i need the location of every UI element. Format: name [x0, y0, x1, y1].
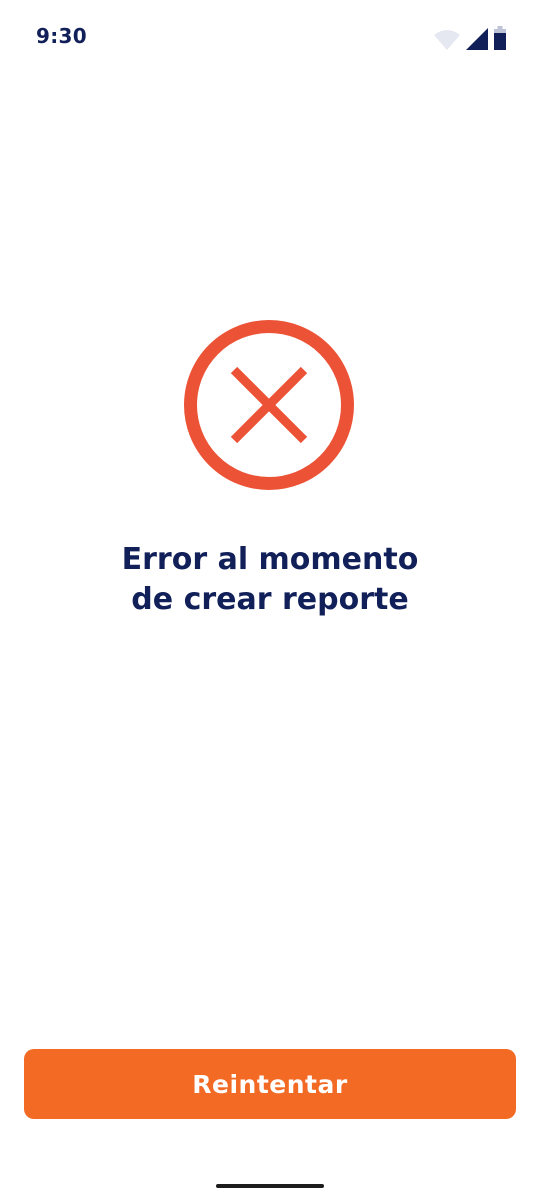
status-time: 9:30 — [36, 24, 87, 48]
error-message: Error al momento de crear reporte — [40, 540, 500, 620]
error-message-line-1: Error al momento — [121, 542, 419, 577]
error-x-circle-icon — [183, 319, 355, 491]
cellular-signal-icon — [466, 28, 488, 50]
status-icons — [434, 26, 506, 50]
error-screen: 9:30 Error al momento de crear reporte R… — [0, 0, 540, 1200]
home-indicator[interactable] — [216, 1184, 324, 1188]
status-bar: 9:30 — [0, 0, 540, 72]
error-message-line-2: de crear reporte — [131, 582, 409, 617]
battery-icon — [494, 26, 506, 50]
retry-button[interactable]: Reintentar — [24, 1049, 516, 1119]
wifi-icon — [434, 30, 460, 50]
